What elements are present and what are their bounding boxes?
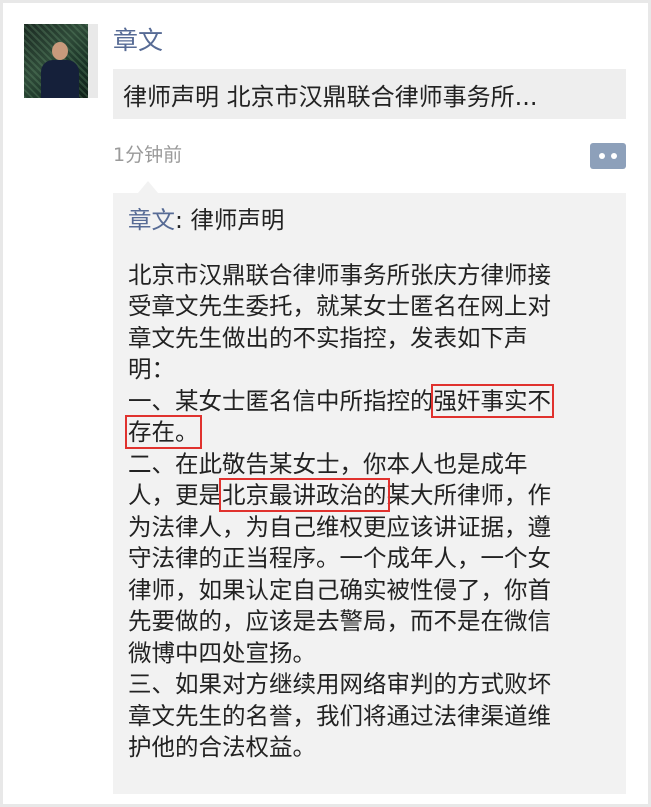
shared-link-title: 律师声明 北京市汉鼎联合律师事务所... (123, 82, 538, 111)
comment-line: 微博中四处宣扬。 (128, 638, 316, 667)
shared-link-card[interactable]: 律师声明 北京市汉鼎联合律师事务所... (113, 69, 626, 119)
comment-line: 三、如果对方继续用网络审判的方式败坏 (128, 670, 551, 698)
comment-line: 受章文先生委托，就某女士匿名在网上对 (128, 292, 551, 320)
comment-line: 为法律人，为自己维权更应该讲证据，遵 (128, 512, 551, 541)
comment-line: 先要做的，应该是去警局，而不是在微信 (128, 607, 551, 635)
highlighted-phrase: 存在。 (125, 415, 202, 449)
comment-separator: : (175, 206, 191, 234)
highlighted-phrase: 强奸事实不 (430, 383, 554, 418)
more-dots-icon (599, 153, 605, 159)
comment-line: 存在。 (125, 415, 612, 449)
comment-box-pointer (138, 181, 158, 193)
user-avatar[interactable] (24, 24, 98, 98)
comment-spacer (128, 237, 612, 260)
comment-line: 二、在此敬告某女士，你本人也是成年 (128, 449, 528, 478)
more-actions-button[interactable] (590, 143, 626, 169)
comment-author-name[interactable]: 章文 (128, 206, 175, 234)
comment-line: 北京市汉鼎联合律师事务所张庆方律师接 (128, 260, 551, 289)
avatar-person-body (41, 60, 79, 98)
comment-line: 律师，如果认定自己确实被性侵了，你首 (128, 575, 551, 604)
comment-section: 章文: 律师声明 北京市汉鼎联合律师事务所张庆方律师接 受章文先生委托，就某女士… (113, 193, 626, 794)
comment-header: 章文: 律师声明 (128, 205, 612, 237)
comment-line: 明： (128, 355, 175, 383)
comment-heading: 律师声明 (190, 206, 285, 234)
post-author-name[interactable]: 章文 (113, 24, 163, 58)
avatar-edge (88, 24, 98, 98)
highlighted-phrase: 北京最讲政治的 (219, 478, 390, 512)
comment-text: 某大所律师，作 (386, 481, 552, 509)
comment-line: 护他的合法权益。 (128, 733, 316, 761)
avatar-person-head (52, 42, 68, 60)
comment-line: 章文先生的名誉，我们将通过法律渠道维 (128, 701, 551, 730)
comment-line: 章文先生做出的不实指控，发表如下声 (128, 323, 528, 352)
comment-line: 人，更是北京最讲政治的某大所律师，作 (128, 478, 612, 512)
comment-text: 人，更是 (128, 481, 222, 509)
post-timestamp: 1分钟前 (113, 144, 183, 166)
comment-line: 一、某女士匿名信中所指控的强奸事实不 (128, 383, 612, 418)
comment-text: 一、某女士匿名信中所指控的 (128, 386, 434, 415)
more-dots-icon (611, 153, 617, 159)
comment-line: 守法律的正当程序。一个成年人，一个女 (128, 544, 551, 572)
